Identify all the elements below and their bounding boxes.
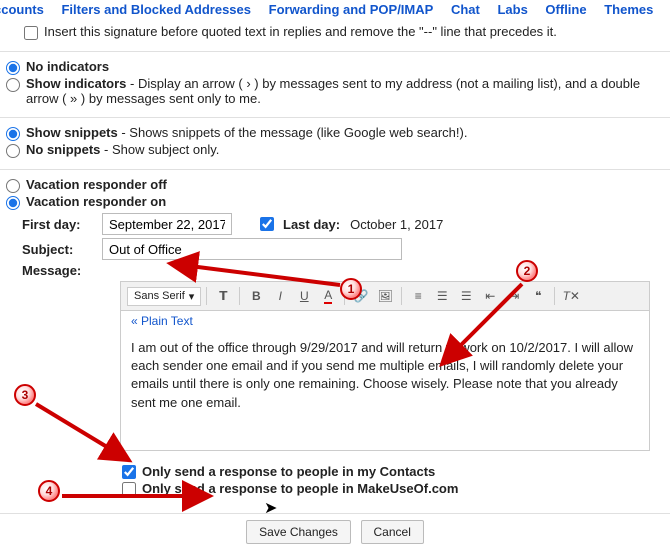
editor-toolbar: Sans Serif ▾ 𝗧 B I U A 🔗 🖼 ≡ ☰ ☰ ⇤ ⇥ ❝ T…: [120, 281, 650, 311]
list-numbered-icon[interactable]: ☰: [431, 286, 453, 306]
align-left-icon[interactable]: ≡: [407, 286, 429, 306]
no-indicators-label: No indicators: [26, 59, 670, 74]
first-day-label: First day:: [4, 217, 102, 232]
no-indicators-radio[interactable]: [6, 61, 20, 75]
show-indicators-label: Show indicators - Display an arrow ( › )…: [26, 76, 670, 106]
vacation-on-radio[interactable]: [6, 196, 20, 210]
only-contacts-checkbox[interactable]: [122, 465, 136, 479]
italic-icon[interactable]: I: [269, 286, 291, 306]
vacation-on-label: Vacation responder on: [26, 194, 670, 209]
indent-more-icon[interactable]: ⇥: [503, 286, 525, 306]
vacation-off-label: Vacation responder off: [26, 177, 670, 192]
text-color-icon[interactable]: A: [317, 286, 339, 306]
show-snippets-radio[interactable]: [6, 127, 20, 141]
only-domain-checkbox[interactable]: [122, 482, 136, 496]
list-bulleted-icon[interactable]: ☰: [455, 286, 477, 306]
first-day-input[interactable]: [102, 213, 232, 235]
subject-label: Subject:: [4, 242, 102, 257]
cancel-button[interactable]: Cancel: [361, 520, 424, 544]
underline-icon[interactable]: U: [293, 286, 315, 306]
tab-themes[interactable]: Themes: [604, 2, 653, 17]
show-indicators-radio[interactable]: [6, 78, 20, 92]
indent-less-icon[interactable]: ⇤: [479, 286, 501, 306]
insert-signature-label: Insert this signature before quoted text…: [44, 24, 670, 39]
clear-format-icon[interactable]: T✕: [560, 286, 582, 306]
save-button[interactable]: Save Changes: [246, 520, 351, 544]
tab-chat[interactable]: Chat: [451, 2, 480, 17]
only-domain-label: Only send a response to people in MakeUs…: [142, 481, 458, 496]
font-size-icon[interactable]: 𝗧: [212, 286, 234, 306]
tab-filters[interactable]: Filters and Blocked Addresses: [61, 2, 251, 17]
no-snippets-label: No snippets - Show subject only.: [26, 142, 670, 157]
tab-labs[interactable]: Labs: [497, 2, 527, 17]
subject-input[interactable]: [102, 238, 402, 260]
show-snippets-label: Show snippets - Shows snippets of the me…: [26, 125, 670, 140]
insert-signature-checkbox[interactable]: [24, 26, 38, 40]
only-contacts-label: Only send a response to people in my Con…: [142, 464, 435, 479]
last-day-label: Last day:: [283, 217, 340, 232]
chevron-down-icon: ▾: [189, 290, 195, 303]
vacation-off-radio[interactable]: [6, 179, 20, 193]
last-day-checkbox[interactable]: [260, 217, 274, 231]
message-label: Message:: [4, 263, 102, 278]
last-day-value: October 1, 2017: [350, 217, 443, 232]
message-body[interactable]: I am out of the office through 9/29/2017…: [120, 331, 650, 451]
settings-tabs: ccounts Filters and Blocked Addresses Fo…: [0, 0, 670, 21]
tab-forwarding[interactable]: Forwarding and POP/IMAP: [269, 2, 434, 17]
no-snippets-radio[interactable]: [6, 144, 20, 158]
plain-text-link[interactable]: « Plain Text: [120, 311, 650, 331]
quote-icon[interactable]: ❝: [527, 286, 549, 306]
image-icon[interactable]: 🖼: [374, 286, 396, 306]
tab-offline[interactable]: Offline: [545, 2, 586, 17]
tab-accounts[interactable]: ccounts: [0, 2, 44, 17]
bottom-toolbar: Save Changes Cancel: [0, 513, 670, 552]
font-picker[interactable]: Sans Serif ▾: [127, 287, 201, 306]
link-icon[interactable]: 🔗: [350, 286, 372, 306]
bold-icon[interactable]: B: [245, 286, 267, 306]
message-editor: Sans Serif ▾ 𝗧 B I U A 🔗 🖼 ≡ ☰ ☰ ⇤ ⇥ ❝ T…: [120, 281, 650, 451]
